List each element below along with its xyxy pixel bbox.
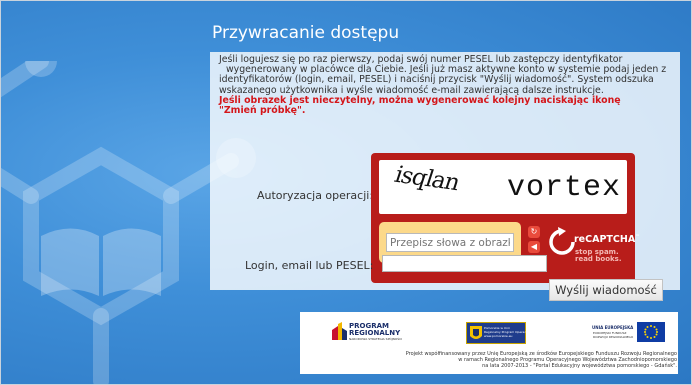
- captcha-image: isqlan vortex: [379, 160, 627, 214]
- footer-text: Projekt współfinansowany przez Unię Euro…: [302, 351, 677, 369]
- footer-logos: PROGRAM REGIONALNY NARODOWA STRATEGIA SPÓ…: [300, 312, 678, 374]
- recaptcha-tagline: stop spam. read books.: [575, 249, 621, 263]
- captcha-label: Autoryzacja operacji:: [257, 189, 374, 202]
- pomorskie-crest-icon: [470, 326, 482, 339]
- captcha-word-1: isqlan: [391, 162, 463, 196]
- login-label: Login, email lub PESEL:: [245, 259, 374, 272]
- form-content: Jeśli logujesz się po raz pierwszy, poda…: [210, 52, 680, 301]
- recaptcha-brand: reCAPTCHA™: [574, 234, 641, 246]
- captcha-response-input[interactable]: [386, 233, 514, 252]
- eu-subtitle: EUROPEJSKI FUNDUSZ ROZWOJU REGIONALNEGO: [593, 331, 634, 339]
- captcha-word-2: vortex: [507, 171, 622, 205]
- recovery-panel: Przywracanie dostępu Jeśli logujesz się …: [210, 18, 680, 301]
- audio-icon[interactable]: ◀: [528, 241, 540, 253]
- recaptcha-logo: reCAPTCHA™ stop spam. read books.: [549, 225, 640, 273]
- eu-stars-icon: [644, 325, 658, 339]
- pomorskie-line: www.pomorskie.eu: [484, 334, 513, 338]
- info-text: Jeśli logujesz się po raz pierwszy, poda…: [219, 54, 673, 96]
- pomorskie-text: Pomorskie w Unii Regionalny Program Oper…: [484, 326, 532, 338]
- tagline-line: read books.: [575, 255, 622, 263]
- pomorskie-logo: Pomorskie w Unii Regionalny Program Oper…: [466, 322, 532, 344]
- footer-line: na lata 2007-2013 - "Portal Edukacyjny w…: [482, 363, 677, 369]
- eu-flag-icon: [637, 322, 665, 342]
- send-message-button[interactable]: Wyślij wiadomość: [549, 279, 663, 301]
- recaptcha-arrow-icon: [549, 227, 575, 255]
- program-subtitle: NARODOWA STRATEGIA SPÓJNOŚCI: [349, 337, 403, 341]
- warning-line: "Zmień próbkę".: [219, 105, 306, 117]
- warning-text: Jeśli obrazek jest nieczytelny, można wy…: [219, 95, 673, 117]
- page-title: Przywracanie dostępu: [212, 23, 400, 43]
- login-input[interactable]: [382, 255, 547, 272]
- program-title: PROGRAM REGIONALNY: [349, 322, 401, 337]
- eu-title: UNIA EUROPEJSKA: [592, 325, 634, 330]
- reload-icon[interactable]: ↻: [528, 226, 540, 238]
- program-regionalny-icon: [332, 322, 347, 340]
